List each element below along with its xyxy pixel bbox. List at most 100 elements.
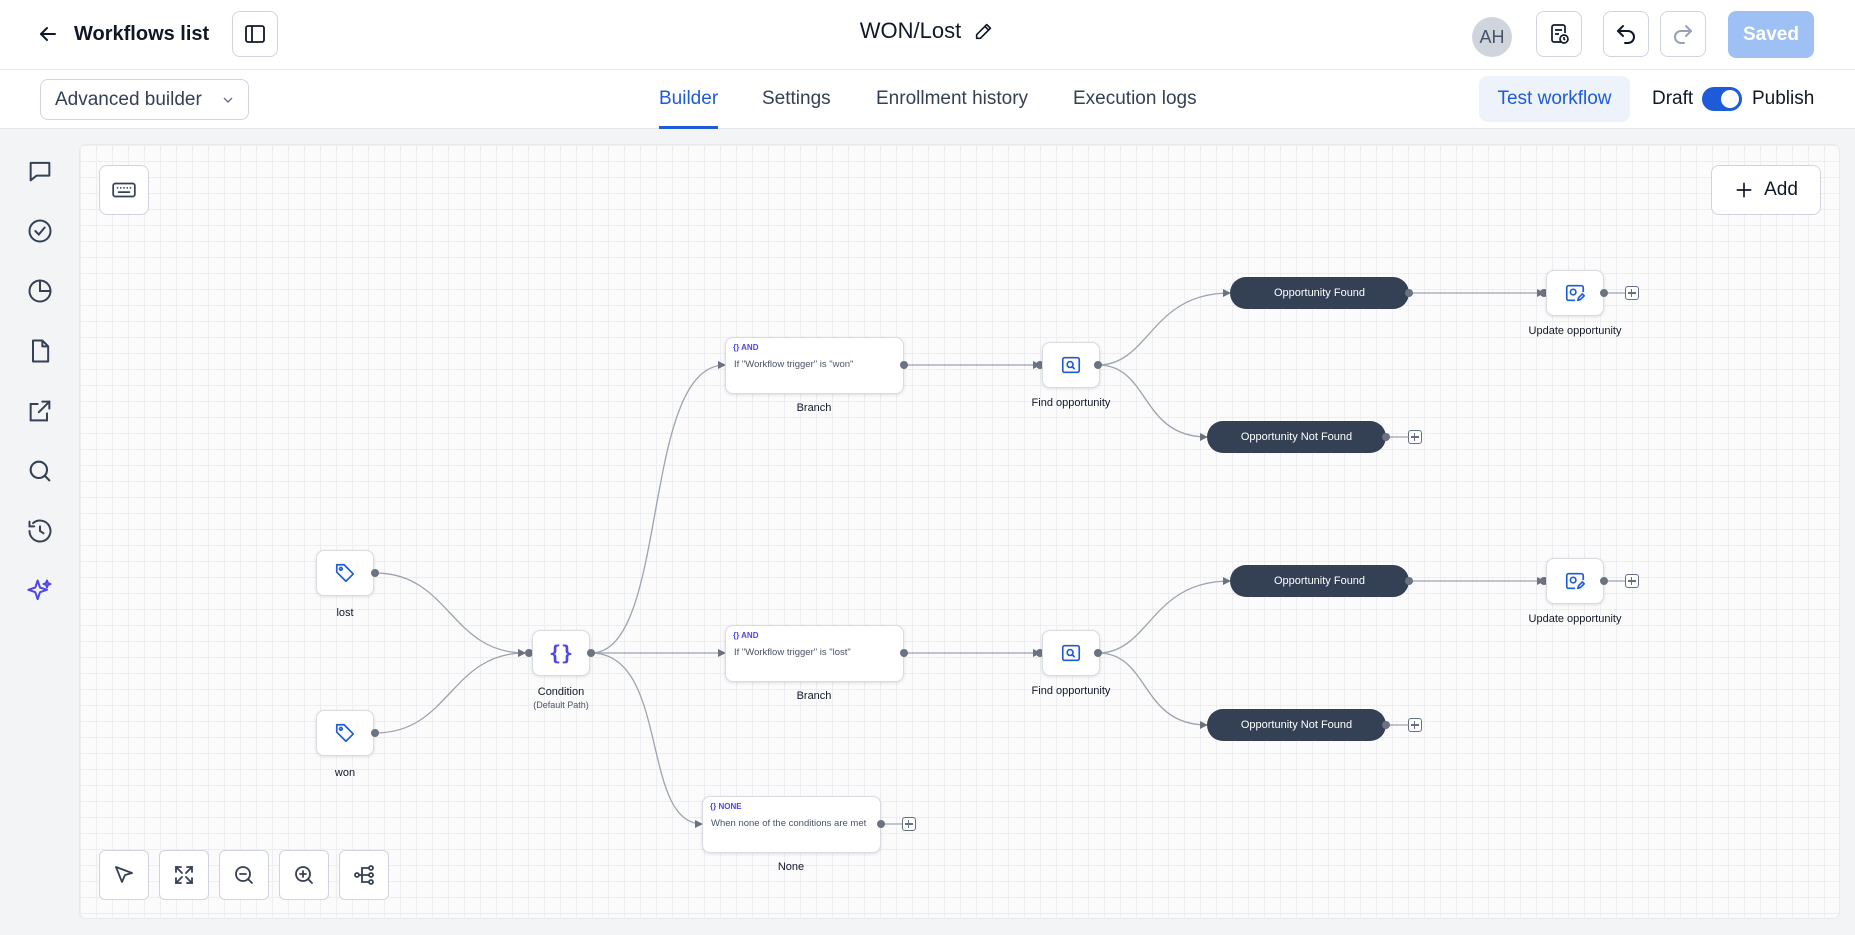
active-tab-indicator (659, 126, 718, 129)
document-icon[interactable] (26, 337, 54, 365)
trigger-won-label: won (334, 767, 356, 779)
branch-node-won[interactable]: {} AND If "Workflow trigger" is "won" (725, 337, 904, 394)
top-bar: Workflows list WON/Lost AH Saved (0, 0, 1855, 70)
back-to-workflows-link[interactable]: Workflows list (36, 16, 209, 52)
pie-chart-icon[interactable] (26, 277, 54, 305)
branch-node-lost[interactable]: {} AND If "Workflow trigger" is "lost" (725, 625, 904, 682)
external-link-icon[interactable] (26, 397, 54, 425)
add-button-label: Add (1764, 179, 1798, 200)
edge-find2-found (1097, 577, 1231, 654)
output-port[interactable] (1600, 289, 1608, 297)
curly-braces-icon: {} (733, 631, 742, 640)
branch-tag-text: AND (741, 631, 759, 640)
redo-button[interactable] (1660, 11, 1706, 57)
edge-condition-branch-none (590, 652, 703, 828)
flow-tree-icon (352, 863, 376, 887)
branch-tag: {} AND (733, 631, 759, 640)
add-step-plus-button[interactable] (1625, 286, 1639, 300)
edge-condition-branch-won (590, 361, 726, 654)
output-port[interactable] (371, 569, 379, 577)
zoom-out-button[interactable] (219, 850, 269, 900)
branch-tag-text: AND (741, 343, 759, 352)
builder-mode-select[interactable]: Advanced builder (40, 79, 249, 120)
cursor-pointer-icon (112, 863, 136, 887)
tab-enrollment-history[interactable]: Enrollment history (876, 88, 1028, 110)
output-port[interactable] (1094, 361, 1102, 369)
output-port[interactable] (587, 649, 595, 657)
workflow-notes-button[interactable] (1536, 11, 1582, 57)
keyboard-shortcuts-button[interactable] (99, 165, 149, 215)
history-icon[interactable] (26, 517, 54, 545)
tab-execution-logs[interactable]: Execution logs (1073, 88, 1197, 110)
auto-layout-button[interactable] (339, 850, 389, 900)
opportunity-not-found-pill-1[interactable]: Opportunity Not Found (1207, 421, 1386, 453)
draft-label: Draft (1652, 88, 1694, 109)
trigger-lost-label: lost (336, 607, 354, 619)
redo-icon (1671, 22, 1695, 46)
toggle-knob (1721, 90, 1739, 108)
keyboard-icon (111, 177, 137, 203)
check-circle-icon[interactable] (26, 217, 54, 245)
builder-mode-value: Advanced builder (55, 88, 202, 110)
zoom-in-button[interactable] (279, 850, 329, 900)
update-opportunity-node-2[interactable] (1546, 558, 1604, 604)
branch-none-label: None (777, 861, 805, 873)
add-step-plus-button[interactable] (1408, 718, 1422, 732)
search-record-icon (1060, 642, 1082, 664)
add-step-plus-button[interactable] (1408, 430, 1422, 444)
curly-braces-icon: {} (548, 641, 574, 665)
avatar[interactable]: AH (1472, 17, 1512, 57)
workflow-canvas[interactable]: Add lost won {} Condition (Default Path)… (80, 145, 1839, 918)
output-port[interactable] (900, 649, 908, 657)
branch-tag: {} AND (733, 343, 759, 352)
select-mode-button[interactable] (99, 850, 149, 900)
search-icon[interactable] (26, 457, 54, 485)
tab-settings[interactable]: Settings (762, 88, 831, 110)
expand-icon (172, 863, 196, 887)
branch-condition-text: If "Workflow trigger" is "won" (734, 359, 854, 370)
publish-toggle[interactable] (1702, 87, 1742, 111)
condition-node[interactable]: {} (532, 630, 590, 676)
output-port[interactable] (371, 729, 379, 737)
workflow-title: WON/Lost (859, 18, 962, 43)
curly-braces-icon: {} (733, 343, 742, 352)
add-step-plus-button[interactable] (1625, 574, 1639, 588)
update-opportunity-label-2: Update opportunity (1528, 613, 1622, 625)
add-node-button[interactable]: Add (1711, 165, 1821, 215)
output-port[interactable] (1600, 577, 1608, 585)
back-link-label: Workflows list (74, 22, 210, 45)
sidebar-panel-icon (243, 22, 267, 46)
toggle-sidebar-button[interactable] (232, 11, 278, 57)
tab-builder[interactable]: Builder (659, 88, 718, 110)
fit-view-button[interactable] (159, 850, 209, 900)
saved-button[interactable]: Saved (1728, 11, 1814, 58)
opportunity-found-pill-1[interactable]: Opportunity Found (1230, 277, 1409, 309)
output-port[interactable] (900, 361, 908, 369)
find-opportunity-node-2[interactable] (1042, 630, 1100, 676)
workflow-title-group: WON/Lost (860, 18, 995, 44)
output-port[interactable] (1405, 577, 1413, 585)
pencil-edit-icon[interactable] (973, 20, 995, 42)
undo-button[interactable] (1603, 11, 1649, 57)
output-port[interactable] (1405, 289, 1413, 297)
find-opportunity-node-1[interactable] (1042, 342, 1100, 388)
output-port[interactable] (1094, 649, 1102, 657)
branch-condition-text: If "Workflow trigger" is "lost" (734, 647, 851, 658)
chat-bubble-icon[interactable] (26, 157, 54, 185)
arrow-left-icon (36, 22, 60, 46)
branch-node-none[interactable]: {} NONE When none of the conditions are … (702, 796, 881, 853)
sparkle-icon[interactable] (26, 577, 54, 605)
output-port[interactable] (1382, 433, 1390, 441)
branch-lost-label: Branch (796, 690, 832, 702)
update-opportunity-node-1[interactable] (1546, 270, 1604, 316)
opportunity-found-pill-2[interactable]: Opportunity Found (1230, 565, 1409, 597)
trigger-node-lost[interactable] (316, 550, 374, 596)
output-port[interactable] (877, 820, 885, 828)
add-step-plus-button[interactable] (902, 817, 916, 831)
branch-condition-text: When none of the conditions are met (711, 818, 867, 829)
condition-sublabel: (Default Path) (533, 700, 589, 710)
trigger-node-won[interactable] (316, 710, 374, 756)
output-port[interactable] (1382, 721, 1390, 729)
test-workflow-button[interactable]: Test workflow (1479, 76, 1630, 122)
opportunity-not-found-pill-2[interactable]: Opportunity Not Found (1207, 709, 1386, 741)
